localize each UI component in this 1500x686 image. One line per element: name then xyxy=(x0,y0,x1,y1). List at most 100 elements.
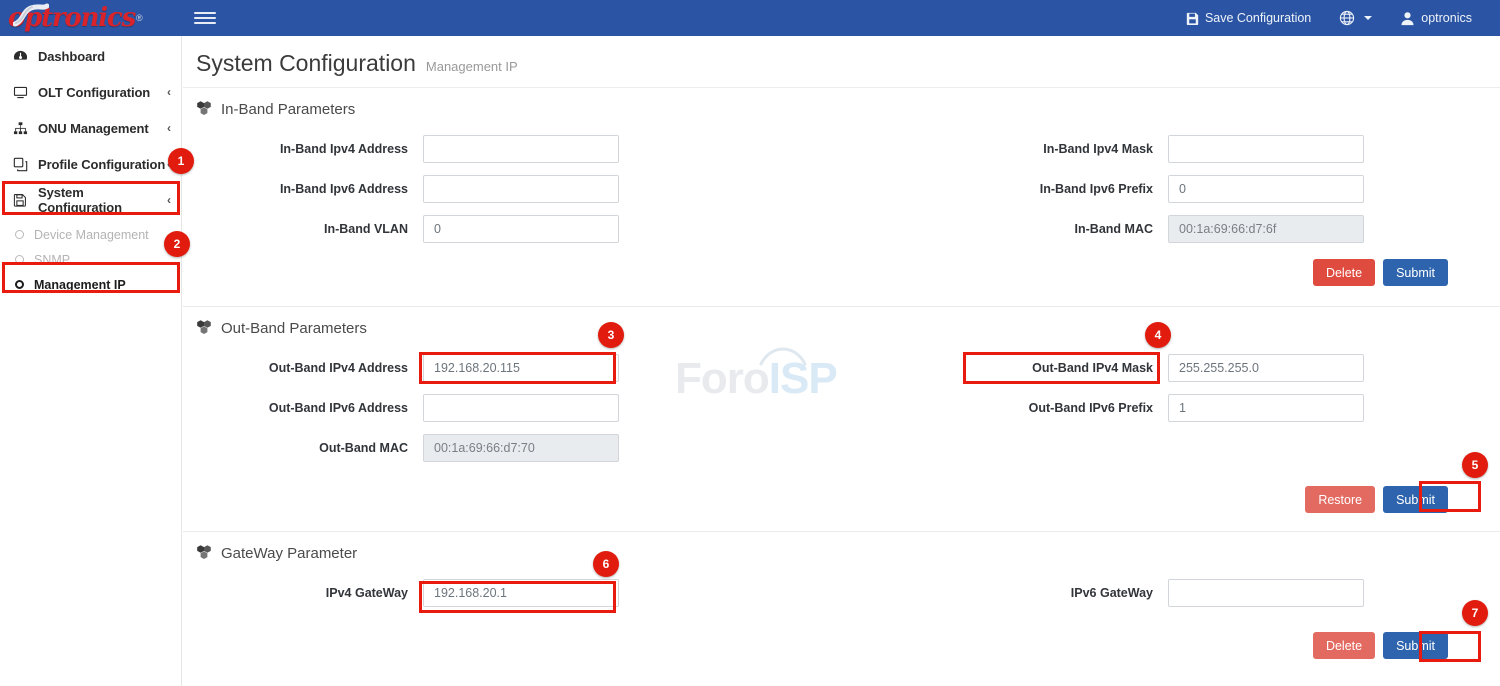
hamburger-bar-2 xyxy=(194,17,216,19)
breadcrumb: Management IP xyxy=(426,59,518,74)
in-band-button-row: Delete Submit xyxy=(183,249,1500,300)
hamburger-bar-3 xyxy=(194,22,216,24)
input-inband-vlan[interactable] xyxy=(423,215,619,243)
save-configuration-button[interactable]: Save Configuration xyxy=(1172,0,1325,36)
circle-icon xyxy=(12,278,26,292)
label-inband-ipv4-mask: In-Band Ipv4 Mask xyxy=(941,129,1168,169)
label-ipv4-gateway: IPv4 GateWay xyxy=(196,573,423,613)
label-outband-ipv4-address: Out-Band IPv4 Address xyxy=(196,348,423,388)
label-inband-ipv6-prefix: In-Band Ipv6 Prefix xyxy=(941,169,1168,209)
sidebar-item-system-configuration[interactable]: System Configuration ‹ xyxy=(0,182,181,218)
sidebar: Dashboard OLT Configuration ‹ xyxy=(0,36,182,686)
gateway-panel-header: GateWay Parameter xyxy=(183,532,1500,573)
gateway-form: IPv4 GateWay IPv6 GateWay xyxy=(183,573,1500,613)
out-band-button-row: Restore Submit xyxy=(183,468,1500,527)
gateway-button-row: Delete Submit xyxy=(183,613,1500,673)
out-band-restore-button[interactable]: Restore xyxy=(1305,486,1375,513)
sidebar-label-onu-management: ONU Management xyxy=(38,121,149,136)
out-band-submit-button[interactable]: Submit xyxy=(1383,486,1448,513)
sidebar-label-profile-configuration: Profile Configuration xyxy=(38,157,165,172)
sidebar-item-management-ip[interactable]: Management IP xyxy=(0,272,181,297)
sidebar-item-olt-configuration[interactable]: OLT Configuration ‹ xyxy=(0,74,181,110)
grid-spacer xyxy=(1168,428,1364,468)
input-inband-ipv4-mask[interactable] xyxy=(1168,135,1364,163)
circle-icon xyxy=(12,253,26,267)
gateway-delete-button[interactable]: Delete xyxy=(1313,632,1375,659)
label-outband-ipv4-mask: Out-Band IPv4 Mask xyxy=(941,348,1168,388)
sidebar-item-profile-configuration[interactable]: Profile Configuration ‹ xyxy=(0,146,181,182)
user-menu[interactable]: optronics xyxy=(1386,0,1486,36)
page-header: System Configuration Management IP xyxy=(183,36,1500,87)
in-band-form: In-Band Ipv4 Address In-Band Ipv4 Mask I… xyxy=(183,129,1500,249)
in-band-submit-button[interactable]: Submit xyxy=(1383,259,1448,286)
label-inband-mac: In-Band MAC xyxy=(941,209,1168,249)
username-label: optronics xyxy=(1421,11,1472,25)
input-inband-ipv4-address[interactable] xyxy=(423,135,619,163)
label-outband-ipv6-address: Out-Band IPv6 Address xyxy=(196,388,423,428)
floppy-save-icon xyxy=(10,193,30,207)
brand-logo[interactable]: optronics ® xyxy=(0,0,182,36)
sidebar-label-olt-configuration: OLT Configuration xyxy=(38,85,150,100)
label-inband-vlan: In-Band VLAN xyxy=(196,209,423,249)
header-actions: Save Configuration xyxy=(1172,0,1500,36)
annotation-badge-7: 7 xyxy=(1462,600,1488,626)
in-band-parameters-panel: In-Band Parameters In-Band Ipv4 Address … xyxy=(183,87,1500,300)
input-outband-ipv6-prefix[interactable] xyxy=(1168,394,1364,422)
save-configuration-label: Save Configuration xyxy=(1205,11,1311,25)
in-band-delete-button[interactable]: Delete xyxy=(1313,259,1375,286)
user-icon xyxy=(1400,11,1415,26)
sidebar-item-onu-management[interactable]: ONU Management ‹ xyxy=(0,110,181,146)
floppy-save-icon xyxy=(1186,12,1199,25)
globe-icon xyxy=(1339,10,1355,26)
cubes-icon xyxy=(196,544,212,563)
label-outband-mac: Out-Band MAC xyxy=(196,428,423,468)
input-outband-ipv6-address[interactable] xyxy=(423,394,619,422)
sidebar-item-device-management[interactable]: Device Management xyxy=(0,222,181,247)
input-outband-ipv4-address[interactable] xyxy=(423,354,619,382)
chevron-down-icon xyxy=(1364,16,1372,20)
sidebar-label-management-ip: Management IP xyxy=(34,278,126,292)
logo-registered-mark: ® xyxy=(136,13,143,23)
sidebar-label-dashboard: Dashboard xyxy=(38,49,105,64)
clone-icon xyxy=(10,157,30,172)
cubes-icon xyxy=(196,319,212,338)
label-inband-ipv6-address: In-Band Ipv6 Address xyxy=(196,169,423,209)
input-inband-ipv6-address[interactable] xyxy=(423,175,619,203)
gateway-submit-button[interactable]: Submit xyxy=(1383,632,1448,659)
page-title: System Configuration xyxy=(196,50,416,77)
sidebar-label-snmp: SNMP xyxy=(34,253,70,267)
hamburger-bar-1 xyxy=(194,12,216,14)
in-band-panel-header: In-Band Parameters xyxy=(183,88,1500,129)
annotation-badge-2: 2 xyxy=(164,231,190,257)
cubes-icon xyxy=(196,100,212,119)
out-band-panel-title: Out-Band Parameters xyxy=(221,320,367,337)
sitemap-icon xyxy=(10,121,30,136)
input-inband-ipv6-prefix[interactable] xyxy=(1168,175,1364,203)
sidebar-item-dashboard[interactable]: Dashboard xyxy=(0,38,181,74)
sidebar-arrow-system-configuration: ‹ xyxy=(167,193,171,207)
out-band-form: Out-Band IPv4 Address Out-Band IPv4 Mask… xyxy=(183,348,1500,468)
label-inband-ipv4-address: In-Band Ipv4 Address xyxy=(196,129,423,169)
menu-toggle-icon[interactable] xyxy=(194,8,216,28)
sidebar-arrow-olt-configuration: ‹ xyxy=(167,85,171,99)
gateway-parameter-panel: GateWay Parameter IPv4 GateWay IPv6 Gate… xyxy=(183,531,1500,673)
annotation-badge-4: 4 xyxy=(1145,322,1171,348)
language-selector[interactable] xyxy=(1325,0,1386,36)
circle-icon xyxy=(12,228,26,242)
top-header-bar: optronics ® Save Configuration xyxy=(0,0,1500,36)
logo-text: optronics xyxy=(8,3,135,33)
input-ipv4-gateway[interactable] xyxy=(423,579,619,607)
out-band-parameters-panel: Out-Band Parameters Out-Band IPv4 Addres… xyxy=(183,306,1500,527)
input-outband-ipv4-mask[interactable] xyxy=(1168,354,1364,382)
annotation-badge-1: 1 xyxy=(168,148,194,174)
out-band-panel-header: Out-Band Parameters xyxy=(183,307,1500,348)
input-ipv6-gateway[interactable] xyxy=(1168,579,1364,607)
in-band-panel-title: In-Band Parameters xyxy=(221,101,355,118)
input-outband-mac xyxy=(423,434,619,462)
annotation-badge-6: 6 xyxy=(593,551,619,577)
desktop-icon xyxy=(10,85,30,100)
sidebar-item-snmp[interactable]: SNMP xyxy=(0,247,181,272)
sidebar-label-device-management: Device Management xyxy=(34,228,149,242)
gateway-panel-title: GateWay Parameter xyxy=(221,545,357,562)
main-content: ForoISP System Configuration Management … xyxy=(183,36,1500,686)
